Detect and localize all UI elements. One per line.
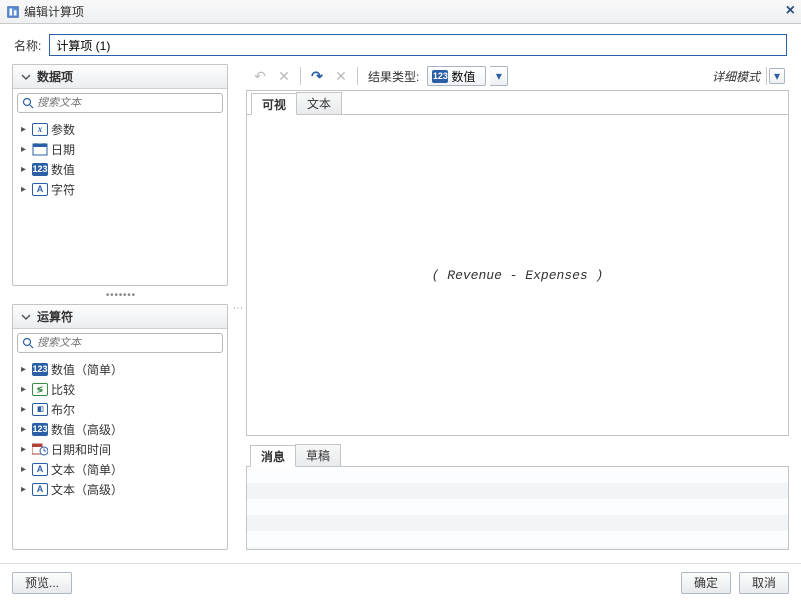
expression-text: ( Revenue - Expenses ) [432,268,604,283]
data-items-header[interactable]: 数据项 [13,65,227,89]
operators-header[interactable]: 运算符 [13,305,227,329]
expand-icon: ▸ [21,384,29,395]
close-icon[interactable]: × [786,2,795,20]
redo-button[interactable]: ↷ [307,66,327,86]
name-input[interactable] [49,34,787,56]
data-search[interactable] [17,93,223,113]
char-icon: A [32,482,48,496]
result-type-dropdown[interactable]: ▾ [490,66,508,86]
ops-search-input[interactable] [37,337,218,349]
result-type-select[interactable]: 123 数值 [427,66,486,86]
editor-tabs: 可视 文本 [247,91,788,115]
comp-icon: ≶ [32,382,48,396]
ok-button[interactable]: 确定 [681,572,731,594]
detail-mode-link[interactable]: 详细模式 [712,68,760,85]
tree-item-label: 日期 [51,141,75,158]
num-icon: 123 [32,162,48,176]
tree-item[interactable]: ▸123数值（高级） [17,419,223,439]
toolbar-menu[interactable]: ▾ [769,68,785,84]
expand-icon: ▸ [21,164,29,175]
numeric-icon: 123 [432,70,448,83]
tree-item[interactable]: ▸ 日期 [17,139,223,159]
delete-button[interactable]: ✕ [274,66,294,86]
expand-icon: ▸ [21,484,29,495]
expand-icon: ▸ [21,444,29,455]
ops-tree: ▸123数值（简单）▸≶比较▸▮▯布尔▸123数值（高级）▸日期和时间▸A文本（… [13,357,227,549]
tree-item-label: 文本（简单） [51,461,123,478]
tab-visual[interactable]: 可视 [251,93,297,115]
tree-item[interactable]: ▸A文本（简单） [17,459,223,479]
tree-item-label: 数值（高级） [51,421,123,438]
bool-icon: ▮▯ [32,402,48,416]
char-icon: A [32,462,48,476]
tree-item[interactable]: ▸≶比较 [17,379,223,399]
collapse-icon [21,312,31,322]
dt-icon [32,442,48,456]
tree-item[interactable]: ▸x参数 [17,119,223,139]
window-title: 编辑计算项 [24,3,84,20]
tree-item[interactable]: ▸A字符 [17,179,223,199]
messages-tabs: 消息 草稿 [246,442,789,466]
expand-icon: ▸ [21,124,29,135]
expand-icon: ▸ [21,424,29,435]
horizontal-splitter[interactable]: • • • • • • • [12,292,228,298]
separator [766,67,767,85]
tab-messages[interactable]: 消息 [250,445,296,467]
preview-button[interactable]: 预览... [12,572,72,594]
tab-text[interactable]: 文本 [296,92,342,114]
expand-icon: ▸ [21,144,29,155]
num-icon: 123 [32,422,48,436]
search-icon [22,337,34,349]
data-search-input[interactable] [37,97,218,109]
separator [357,67,358,85]
undo-button[interactable]: ↶ [250,66,270,86]
expand-icon: ▸ [21,184,29,195]
date-icon [32,142,48,156]
result-type-label: 结果类型: [368,68,419,85]
titlebar: 编辑计算项 × [0,0,801,24]
name-row: 名称: [0,24,801,64]
tree-item-label: 比较 [51,381,75,398]
expand-icon: ▸ [21,464,29,475]
ops-search[interactable] [17,333,223,353]
search-icon [22,97,34,109]
tree-item[interactable]: ▸123数值（简单） [17,359,223,379]
tab-draft[interactable]: 草稿 [295,444,341,466]
expand-icon: ▸ [21,404,29,415]
cancel-button[interactable]: 取消 [739,572,789,594]
app-icon [6,5,20,19]
tree-item[interactable]: ▸ 日期和时间 [17,439,223,459]
tree-item-label: 字符 [51,181,75,198]
tree-item-label: 文本（高级） [51,481,123,498]
editor-area: 可视 文本 ( Revenue - Expenses ) [246,90,789,436]
num-icon: 123 [32,362,48,376]
messages-area: 消息 草稿 [246,442,789,550]
data-items-panel: 数据项 ▸x参数▸日期▸123数值▸A字符 [12,64,228,286]
vertical-splitter[interactable]: ⋮ [234,64,240,550]
tree-item-label: 布尔 [51,401,75,418]
char-icon: A [32,182,48,196]
tree-item-label: 日期和时间 [51,441,111,458]
toolbar: ↶ ✕ ↷ ✕ 结果类型: 123 数值 ▾ 详细模式 ▾ [246,64,789,88]
tree-item[interactable]: ▸▮▯布尔 [17,399,223,419]
separator [300,67,301,85]
expand-icon: ▸ [21,364,29,375]
operators-panel: 运算符 ▸123数值（简单）▸≶比较▸▮▯布尔▸123数值（高级）▸日期和时间▸… [12,304,228,550]
data-tree: ▸x参数▸日期▸123数值▸A字符 [13,117,227,285]
tree-item-label: 数值（简单） [51,361,123,378]
tree-item[interactable]: ▸123数值 [17,159,223,179]
clear-button[interactable]: ✕ [331,66,351,86]
footer: 预览... 确定 取消 [0,563,801,601]
tree-item-label: 参数 [51,121,75,138]
tree-item-label: 数值 [51,161,75,178]
name-label: 名称: [14,37,41,54]
editor-canvas[interactable]: ( Revenue - Expenses ) [247,115,788,435]
messages-content[interactable] [246,466,789,550]
param-icon: x [32,122,48,136]
collapse-icon [21,72,31,82]
tree-item[interactable]: ▸A文本（高级） [17,479,223,499]
